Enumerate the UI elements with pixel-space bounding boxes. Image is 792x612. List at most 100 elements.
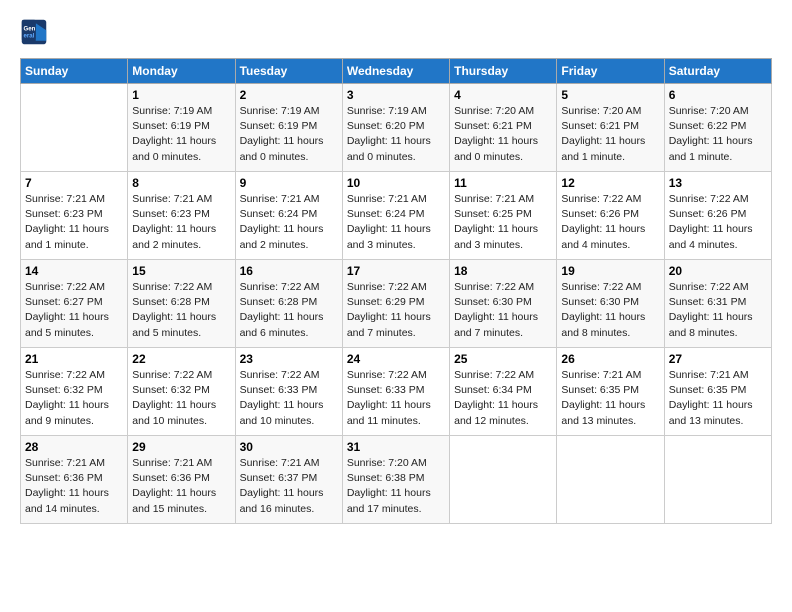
day-number: 25: [454, 352, 552, 366]
day-number: 15: [132, 264, 230, 278]
logo-icon: Gen eral: [20, 18, 48, 46]
page: Gen eral SundayMondayTuesdayWednesdayThu…: [0, 0, 792, 612]
day-number: 1: [132, 88, 230, 102]
day-info: Sunrise: 7:22 AMSunset: 6:34 PMDaylight:…: [454, 368, 552, 429]
day-info: Sunrise: 7:20 AMSunset: 6:38 PMDaylight:…: [347, 456, 445, 517]
weekday-header-wednesday: Wednesday: [342, 59, 449, 84]
day-cell: 26Sunrise: 7:21 AMSunset: 6:35 PMDayligh…: [557, 348, 664, 436]
day-info: Sunrise: 7:21 AMSunset: 6:36 PMDaylight:…: [132, 456, 230, 517]
day-info: Sunrise: 7:19 AMSunset: 6:20 PMDaylight:…: [347, 104, 445, 165]
day-number: 21: [25, 352, 123, 366]
day-info: Sunrise: 7:22 AMSunset: 6:31 PMDaylight:…: [669, 280, 767, 341]
weekday-header-sunday: Sunday: [21, 59, 128, 84]
weekday-header-saturday: Saturday: [664, 59, 771, 84]
day-cell: 21 Sunrise: 7:22 AMSunset: 6:32 PMDayligh…: [21, 348, 128, 436]
day-cell: 19 Sunrise: 7:22 AMSunset: 6:30 PMDayligh…: [557, 260, 664, 348]
day-info: Sunrise: 7:21 AMSunset: 6:23 PMDaylight:…: [132, 192, 230, 253]
day-number: 26: [561, 352, 659, 366]
day-cell: 11 Sunrise: 7:21 AMSunset: 6:25 PMDayligh…: [450, 172, 557, 260]
day-cell: 16Sunrise: 7:22 AMSunset: 6:28 PMDayligh…: [235, 260, 342, 348]
day-info: Sunrise: 7:21 AMSunset: 6:25 PMDaylight:…: [454, 192, 552, 253]
day-cell: 13 Sunrise: 7:22 AMSunset: 6:26 PMDayligh…: [664, 172, 771, 260]
day-info: Sunrise: 7:21 AMSunset: 6:37 PMDaylight:…: [240, 456, 338, 517]
day-cell: 10 Sunrise: 7:21 AMSunset: 6:24 PMDayligh…: [342, 172, 449, 260]
day-number: 20: [669, 264, 767, 278]
day-cell: 31 Sunrise: 7:20 AMSunset: 6:38 PMDayligh…: [342, 436, 449, 524]
day-number: 6: [669, 88, 767, 102]
day-info: Sunrise: 7:22 AMSunset: 6:32 PMDaylight:…: [25, 368, 123, 429]
day-info: Sunrise: 7:22 AMSunset: 6:27 PMDaylight:…: [25, 280, 123, 341]
weekday-header-friday: Friday: [557, 59, 664, 84]
day-number: 9: [240, 176, 338, 190]
day-number: 2: [240, 88, 338, 102]
day-info: Sunrise: 7:19 AMSunset: 6:19 PMDaylight:…: [132, 104, 230, 165]
day-info: Sunrise: 7:22 AMSunset: 6:26 PMDaylight:…: [561, 192, 659, 253]
day-cell: 30Sunrise: 7:21 AMSunset: 6:37 PMDayligh…: [235, 436, 342, 524]
day-number: 13: [669, 176, 767, 190]
calendar-table: SundayMondayTuesdayWednesdayThursdayFrid…: [20, 58, 772, 524]
day-number: 12: [561, 176, 659, 190]
day-cell: 17 Sunrise: 7:22 AMSunset: 6:29 PMDayligh…: [342, 260, 449, 348]
day-number: 19: [561, 264, 659, 278]
weekday-header-tuesday: Tuesday: [235, 59, 342, 84]
day-info: Sunrise: 7:22 AMSunset: 6:26 PMDaylight:…: [669, 192, 767, 253]
day-info: Sunrise: 7:21 AMSunset: 6:24 PMDaylight:…: [240, 192, 338, 253]
day-cell: 1 Sunrise: 7:19 AMSunset: 6:19 PMDaylight…: [128, 84, 235, 172]
day-info: Sunrise: 7:22 AMSunset: 6:33 PMDaylight:…: [347, 368, 445, 429]
week-row-3: 14 Sunrise: 7:22 AMSunset: 6:27 PMDayligh…: [21, 260, 772, 348]
day-number: 14: [25, 264, 123, 278]
day-cell: 14 Sunrise: 7:22 AMSunset: 6:27 PMDayligh…: [21, 260, 128, 348]
day-info: Sunrise: 7:22 AMSunset: 6:29 PMDaylight:…: [347, 280, 445, 341]
day-cell: 20 Sunrise: 7:22 AMSunset: 6:31 PMDayligh…: [664, 260, 771, 348]
day-number: 29: [132, 440, 230, 454]
day-number: 16: [240, 264, 338, 278]
day-cell: 24 Sunrise: 7:22 AMSunset: 6:33 PMDayligh…: [342, 348, 449, 436]
week-row-1: 1 Sunrise: 7:19 AMSunset: 6:19 PMDaylight…: [21, 84, 772, 172]
day-cell: [557, 436, 664, 524]
week-row-2: 7Sunrise: 7:21 AMSunset: 6:23 PMDaylight…: [21, 172, 772, 260]
day-cell: [21, 84, 128, 172]
day-info: Sunrise: 7:22 AMSunset: 6:30 PMDaylight:…: [561, 280, 659, 341]
day-number: 5: [561, 88, 659, 102]
day-number: 22: [132, 352, 230, 366]
day-number: 10: [347, 176, 445, 190]
day-cell: 25 Sunrise: 7:22 AMSunset: 6:34 PMDayligh…: [450, 348, 557, 436]
week-row-4: 21 Sunrise: 7:22 AMSunset: 6:32 PMDayligh…: [21, 348, 772, 436]
day-info: Sunrise: 7:20 AMSunset: 6:21 PMDaylight:…: [454, 104, 552, 165]
day-cell: 9 Sunrise: 7:21 AMSunset: 6:24 PMDaylight…: [235, 172, 342, 260]
svg-text:eral: eral: [24, 32, 35, 39]
weekday-header-row: SundayMondayTuesdayWednesdayThursdayFrid…: [21, 59, 772, 84]
day-number: 24: [347, 352, 445, 366]
day-cell: 6Sunrise: 7:20 AMSunset: 6:22 PMDaylight…: [664, 84, 771, 172]
day-number: 18: [454, 264, 552, 278]
day-number: 11: [454, 176, 552, 190]
day-info: Sunrise: 7:21 AMSunset: 6:23 PMDaylight:…: [25, 192, 123, 253]
day-info: Sunrise: 7:22 AMSunset: 6:28 PMDaylight:…: [132, 280, 230, 341]
day-cell: 28 Sunrise: 7:21 AMSunset: 6:36 PMDayligh…: [21, 436, 128, 524]
weekday-header-thursday: Thursday: [450, 59, 557, 84]
day-cell: 12 Sunrise: 7:22 AMSunset: 6:26 PMDayligh…: [557, 172, 664, 260]
day-number: 17: [347, 264, 445, 278]
day-cell: [450, 436, 557, 524]
svg-text:Gen: Gen: [24, 25, 36, 32]
day-cell: 3Sunrise: 7:19 AMSunset: 6:20 PMDaylight…: [342, 84, 449, 172]
day-info: Sunrise: 7:19 AMSunset: 6:19 PMDaylight:…: [240, 104, 338, 165]
day-number: 28: [25, 440, 123, 454]
day-cell: 4 Sunrise: 7:20 AMSunset: 6:21 PMDaylight…: [450, 84, 557, 172]
day-number: 23: [240, 352, 338, 366]
day-number: 8: [132, 176, 230, 190]
day-cell: 7Sunrise: 7:21 AMSunset: 6:23 PMDaylight…: [21, 172, 128, 260]
day-info: Sunrise: 7:21 AMSunset: 6:24 PMDaylight:…: [347, 192, 445, 253]
day-info: Sunrise: 7:22 AMSunset: 6:33 PMDaylight:…: [240, 368, 338, 429]
day-info: Sunrise: 7:21 AMSunset: 6:35 PMDaylight:…: [669, 368, 767, 429]
day-number: 31: [347, 440, 445, 454]
day-cell: 2 Sunrise: 7:19 AMSunset: 6:19 PMDaylight…: [235, 84, 342, 172]
day-info: Sunrise: 7:20 AMSunset: 6:21 PMDaylight:…: [561, 104, 659, 165]
day-cell: 27Sunrise: 7:21 AMSunset: 6:35 PMDayligh…: [664, 348, 771, 436]
day-cell: [664, 436, 771, 524]
day-cell: 22Sunrise: 7:22 AMSunset: 6:32 PMDayligh…: [128, 348, 235, 436]
day-cell: 15 Sunrise: 7:22 AMSunset: 6:28 PMDayligh…: [128, 260, 235, 348]
logo: Gen eral: [20, 18, 52, 46]
day-number: 4: [454, 88, 552, 102]
day-info: Sunrise: 7:21 AMSunset: 6:36 PMDaylight:…: [25, 456, 123, 517]
